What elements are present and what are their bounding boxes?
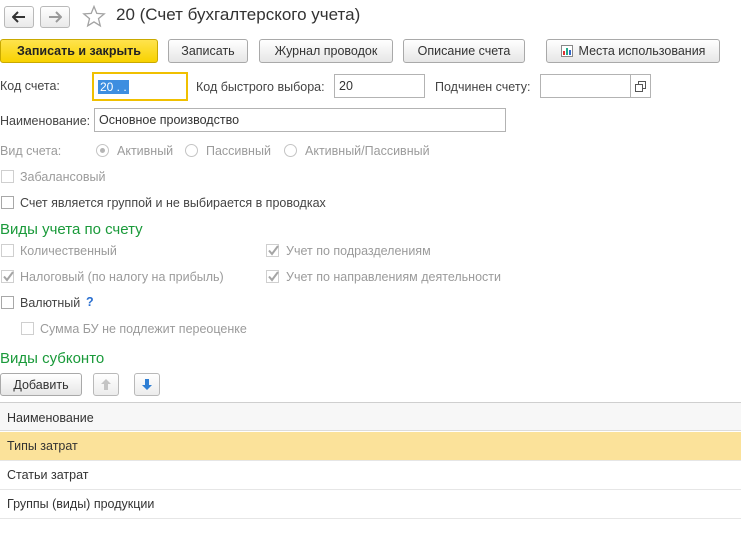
quantity-checkbox[interactable] <box>1 244 14 257</box>
group-label: Счет является группой и не выбирается в … <box>20 196 326 210</box>
column-header-name[interactable]: Наименование <box>7 411 94 425</box>
add-button[interactable]: Добавить <box>0 373 82 396</box>
parent-account-label: Подчинен счету: <box>435 80 531 94</box>
move-up-button[interactable] <box>93 373 119 396</box>
name-input[interactable]: Основное производство <box>94 108 506 132</box>
table-cell: Статьи затрат <box>7 468 89 482</box>
table-row[interactable]: Типы затрат <box>0 432 741 461</box>
currency-checkbox[interactable] <box>1 296 14 309</box>
open-parent-button[interactable] <box>631 74 651 98</box>
arrow-down-icon <box>142 379 152 390</box>
tax-checkbox[interactable] <box>1 270 14 283</box>
accounting-types-title: Виды учета по счету <box>0 221 143 238</box>
radio-passive-label: Пассивный <box>206 144 271 158</box>
radio-active[interactable] <box>96 144 109 157</box>
account-description-button[interactable]: Описание счета <box>403 39 525 63</box>
offbalance-checkbox[interactable] <box>1 170 14 183</box>
usage-places-label: Места использования <box>578 44 706 58</box>
group-checkbox[interactable] <box>1 196 14 209</box>
window-title: 20 (Счет бухгалтерского учета) <box>116 5 361 24</box>
radio-passive[interactable] <box>185 144 198 157</box>
code-value: 20 . . <box>98 79 129 94</box>
radio-active-passive-label: Активный/Пассивный <box>305 144 430 158</box>
chart-report-icon <box>560 45 573 57</box>
quantity-label: Количественный <box>20 244 117 258</box>
subconto-table-header: Наименование <box>0 402 741 431</box>
save-close-button[interactable]: Записать и закрыть <box>0 39 158 63</box>
currency-label: Валютный <box>20 296 81 310</box>
revaluation-label: Сумма БУ не подлежит переоценке <box>40 322 247 336</box>
radio-active-label: Активный <box>117 144 174 158</box>
activities-label: Учет по направлениям деятельности <box>286 270 501 284</box>
revaluation-checkbox[interactable] <box>21 322 34 335</box>
move-down-button[interactable] <box>134 373 160 396</box>
checkmark-icon <box>268 271 279 282</box>
table-cell: Типы затрат <box>7 439 78 453</box>
help-question-icon[interactable]: ? <box>86 295 94 309</box>
journal-button[interactable]: Журнал проводок <box>259 39 393 63</box>
quick-code-label: Код быстрого выбора: <box>196 80 325 94</box>
tax-label: Налоговый (по налогу на прибыль) <box>20 270 224 284</box>
code-input[interactable]: 20 . . <box>92 72 188 101</box>
open-window-icon <box>635 80 646 92</box>
back-button[interactable] <box>4 6 34 28</box>
activities-checkbox[interactable] <box>266 270 279 283</box>
table-row[interactable]: Группы (виды) продукции <box>0 490 741 519</box>
table-row[interactable]: Статьи затрат <box>0 461 741 490</box>
quick-code-input[interactable]: 20 <box>334 74 425 98</box>
arrow-up-icon <box>101 379 111 390</box>
arrow-right-icon <box>49 11 62 23</box>
code-label: Код счета: <box>0 79 60 93</box>
checkmark-icon <box>268 245 279 256</box>
table-cell: Группы (виды) продукции <box>7 497 155 511</box>
save-button[interactable]: Записать <box>168 39 248 63</box>
forward-button[interactable] <box>40 6 70 28</box>
divisions-checkbox[interactable] <box>266 244 279 257</box>
offbalance-label: Забалансовый <box>20 170 106 184</box>
radio-active-passive[interactable] <box>284 144 297 157</box>
checkmark-icon <box>3 271 14 282</box>
subconto-title: Виды субконто <box>0 350 105 367</box>
parent-account-input[interactable] <box>540 74 631 98</box>
star-favorite-icon[interactable] <box>82 5 106 28</box>
name-label: Наименование: <box>0 114 91 128</box>
arrow-left-icon <box>12 11 25 23</box>
account-type-label: Вид счета: <box>0 144 62 158</box>
divisions-label: Учет по подразделениям <box>286 244 431 258</box>
usage-places-button[interactable]: Места использования <box>546 39 720 63</box>
